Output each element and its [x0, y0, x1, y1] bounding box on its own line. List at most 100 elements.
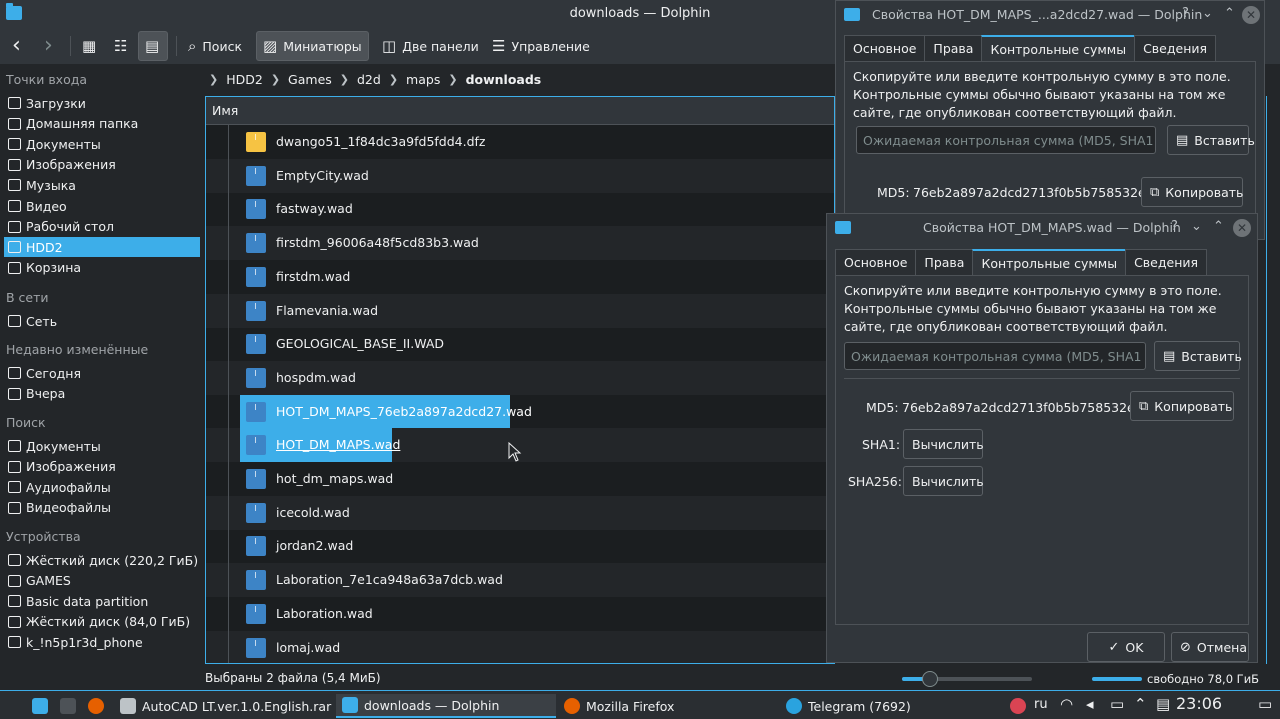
wifi-icon[interactable]: ◠ [1060, 697, 1073, 712]
sidebar-item[interactable]: Корзина [4, 258, 200, 278]
chevron-right-icon[interactable]: ❯ [389, 73, 398, 86]
copy-md5-button[interactable]: ⧉ Копировать [1141, 177, 1243, 207]
sidebar-item[interactable]: Загрузки [4, 93, 200, 113]
file-row[interactable]: GEOLOGICAL_BASE_II.WAD [206, 327, 834, 362]
sidebar-item[interactable]: Жёсткий диск (220,2 ГиБ) [4, 550, 200, 570]
breadcrumb-item[interactable]: Games [288, 72, 332, 87]
file-list-view[interactable]: Имя dwango51_1f84dc3a9fd5fdd4.dfz EmptyCi… [205, 96, 835, 664]
file-row[interactable]: HOT_DM_MAPS_76eb2a897a2dcd27.wad [206, 394, 834, 429]
tab-general[interactable]: Основное [835, 249, 917, 275]
icons-view-button[interactable]: ▦ [76, 31, 102, 61]
minimize-icon[interactable]: ⌄ [1191, 219, 1202, 234]
copy-md5-button[interactable]: ⧉ Копировать [1130, 391, 1234, 421]
sidebar-item[interactable]: Документы [4, 436, 200, 456]
sidebar-item[interactable]: GAMES [4, 571, 200, 591]
tab-permissions[interactable]: Права [915, 249, 974, 275]
file-row[interactable]: Laboration.wad [206, 596, 834, 631]
sidebar-item[interactable]: Домашняя папка [4, 114, 200, 134]
maximize-icon[interactable]: ⌃ [1213, 219, 1224, 234]
back-button[interactable]: ‹ [6, 31, 27, 61]
file-row[interactable]: firstdm_96006a48f5cd83b3.wad [206, 226, 834, 261]
file-row[interactable]: fastway.wad [206, 192, 834, 227]
battery-icon[interactable]: ▭ [1110, 697, 1124, 712]
sidebar-item[interactable]: Видео [4, 196, 200, 216]
file-row[interactable]: Flamevania.wad [206, 293, 834, 328]
keyboard-layout[interactable]: ru [1034, 697, 1048, 712]
thumbnails-button[interactable]: ▨ Миниатюры [256, 31, 369, 61]
sidebar-item[interactable]: Изображения [4, 457, 200, 477]
tab-general[interactable]: Основное [844, 35, 926, 61]
breadcrumb-current[interactable]: downloads [466, 72, 542, 87]
tab-details[interactable]: Сведения [1125, 249, 1208, 275]
breadcrumb-item[interactable]: HDD2 [226, 72, 263, 87]
paste-button[interactable]: ▤ Вставить [1167, 125, 1255, 155]
show-desktop-icon[interactable] [32, 698, 48, 714]
file-row[interactable]: hot_dm_maps.wad [206, 462, 834, 496]
sidebar-item[interactable]: Сеть [4, 311, 200, 331]
paste-button[interactable]: ▤ Вставить [1154, 341, 1242, 371]
compact-view-button[interactable]: ☷ [108, 31, 133, 61]
help-icon[interactable]: ? [1171, 219, 1178, 234]
file-row[interactable]: icecold.wad [206, 495, 834, 530]
details-view-button[interactable]: ▤ [138, 31, 168, 61]
tray-app-icon[interactable] [1010, 698, 1026, 714]
file-row[interactable]: dwango51_1f84dc3a9fd5fdd4.dfz [206, 125, 834, 159]
chevron-right-icon[interactable]: ❯ [448, 73, 457, 86]
chevron-right-icon[interactable]: ❯ [271, 73, 280, 86]
file-row[interactable]: lomaj.wad [206, 630, 834, 663]
split-view-button[interactable]: ◫ Две панели [376, 31, 485, 61]
forward-button[interactable]: › [38, 31, 59, 61]
sidebar-item[interactable]: Видеофайлы [4, 498, 200, 518]
sidebar-item[interactable]: HDD2 [4, 237, 200, 258]
task-autocad[interactable]: AutoCAD LT.ver.1.0.English.rar ... [114, 694, 334, 718]
compute-sha1-button[interactable]: Вычислить [903, 429, 984, 459]
cancel-button[interactable]: ⊘ Отмена [1171, 632, 1249, 662]
file-row[interactable]: EmptyCity.wad [206, 158, 834, 193]
file-row[interactable]: firstdm.wad [206, 259, 834, 294]
sidebar-item[interactable]: Жёсткий диск (84,0 ГиБ) [4, 612, 200, 632]
tab-checksums[interactable]: Контрольные суммы [981, 35, 1136, 61]
file-row[interactable]: jordan2.wad [206, 529, 834, 564]
volume-icon[interactable]: ◂ [1086, 697, 1094, 712]
breadcrumb-item[interactable]: d2d [357, 72, 381, 87]
clock[interactable]: 23:06 [1176, 694, 1222, 713]
sidebar-item[interactable]: Сегодня [4, 363, 200, 383]
file-row[interactable]: Laboration_7e1ca948a63a7dcb.wad [206, 563, 834, 598]
close-icon[interactable]: ✕ [1233, 219, 1251, 237]
sidebar-item[interactable]: Аудиофайлы [4, 477, 200, 497]
control-menu-button[interactable]: ☰ Управление [486, 31, 596, 61]
sidebar-item[interactable]: Basic data partition [4, 591, 200, 611]
sidebar-item[interactable]: Вчера [4, 384, 200, 404]
task-telegram[interactable]: Telegram (7692) [780, 694, 1000, 718]
breadcrumb-root-chevron-icon[interactable]: ❯ [209, 73, 218, 86]
sidebar-item[interactable]: k_!n5p1r3d_phone [4, 632, 200, 652]
terminal-icon[interactable] [60, 698, 76, 714]
tab-permissions[interactable]: Права [924, 35, 983, 61]
maximize-icon[interactable]: ⌃ [1224, 6, 1235, 21]
file-row[interactable]: hospdm.wad [206, 360, 834, 395]
search-button[interactable]: ⌕ Поиск [182, 31, 248, 61]
chevron-right-icon[interactable]: ❯ [340, 73, 349, 86]
clipboard-tray-icon[interactable]: ▤ [1156, 697, 1170, 712]
column-header-name[interactable]: Имя [206, 97, 834, 125]
expected-checksum-input[interactable]: Ожидаемая контрольная сумма (MD5, SHA1 и… [856, 126, 1156, 154]
sidebar-item[interactable]: Документы [4, 134, 200, 154]
compute-sha256-button[interactable]: Вычислить [903, 466, 984, 496]
minimize-icon[interactable]: ⌄ [1202, 6, 1213, 21]
sidebar-item[interactable]: Изображения [4, 155, 200, 175]
zoom-slider-handle[interactable] [922, 671, 938, 687]
sidebar-item[interactable]: Рабочий стол [4, 217, 200, 237]
tab-checksums[interactable]: Контрольные суммы [972, 249, 1127, 275]
ok-button[interactable]: ✓ OK [1087, 632, 1165, 662]
expected-checksum-input[interactable]: Ожидаемая контрольная сумма (MD5, SHA1 и… [844, 342, 1146, 370]
firefox-launcher-icon[interactable] [88, 698, 104, 714]
tab-details[interactable]: Сведения [1134, 35, 1217, 61]
help-icon[interactable]: ? [1182, 6, 1189, 21]
breadcrumb-item[interactable]: maps [406, 72, 440, 87]
close-icon[interactable]: ✕ [1242, 6, 1260, 24]
sidebar-item[interactable]: Музыка [4, 175, 200, 195]
peek-desktop-icon[interactable]: ▭ [1258, 697, 1272, 712]
tray-expand-icon[interactable]: ⌃ [1134, 697, 1147, 712]
task-firefox[interactable]: Mozilla Firefox [558, 694, 778, 718]
task-dolphin[interactable]: downloads — Dolphin [336, 694, 556, 718]
